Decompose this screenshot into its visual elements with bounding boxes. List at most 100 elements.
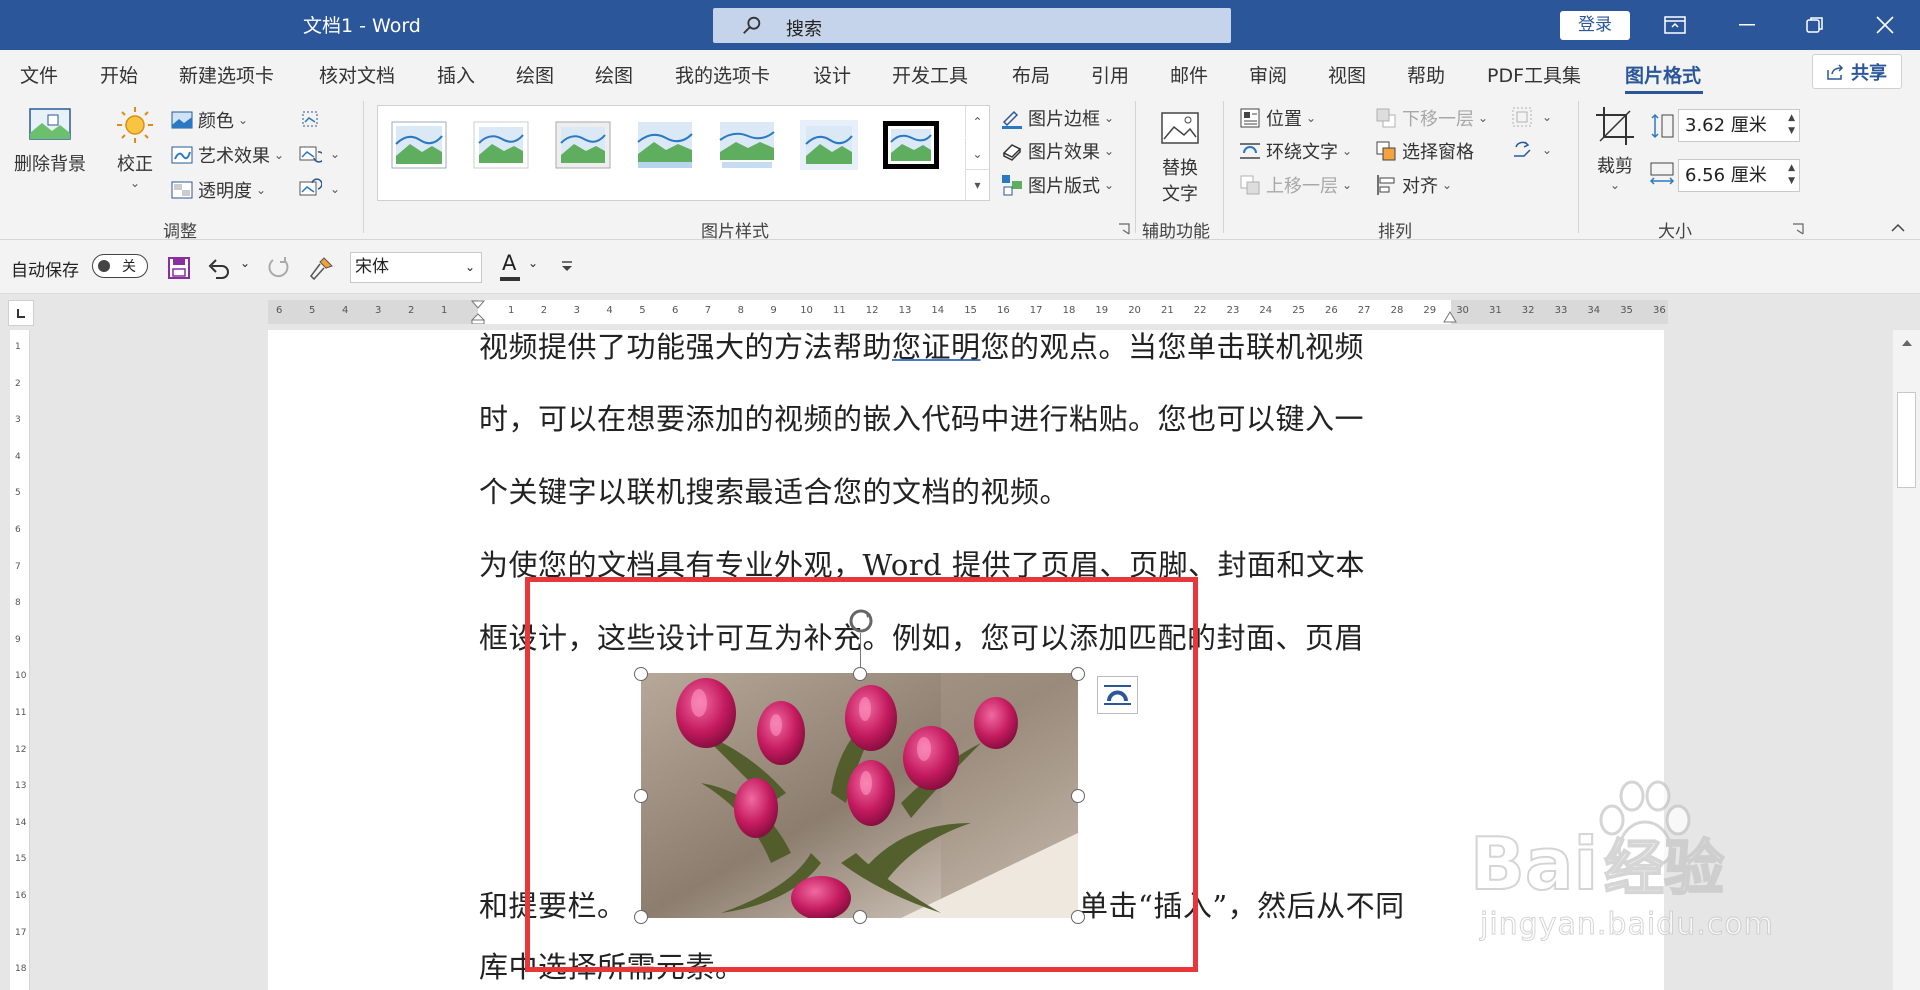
ribbon: 删除背景 校正 ⌄ 颜色 ⌄ 艺术效果 ⌄ 透明度 ⌄ ⌄ ⌄ 调整 ⌃ ⌄ ▾… (0, 95, 1920, 242)
remove-background-button[interactable]: 删除背景 (12, 105, 88, 176)
dialog-launcher-icon[interactable] (1792, 223, 1804, 235)
tab-proofread[interactable]: 核对文档 (319, 61, 395, 88)
save-icon[interactable] (167, 256, 191, 280)
selection-pane-button[interactable]: 选择窗格 (1374, 138, 1474, 164)
tab-developer[interactable]: 开发工具 (892, 61, 968, 88)
ruler-tick: 31 (1489, 305, 1502, 316)
tab-pdf-tools[interactable]: PDF工具集 (1487, 61, 1581, 88)
tab-design[interactable]: 设计 (813, 61, 851, 88)
rotate-button[interactable]: ⌄ (1510, 138, 1552, 162)
tab-my-tab[interactable]: 我的选项卡 (675, 61, 770, 88)
send-backward-button[interactable]: 下移一层 ⌄ (1374, 105, 1488, 131)
share-button[interactable]: 共享 (1812, 54, 1902, 89)
tab-draw-2[interactable]: 绘图 (595, 61, 633, 88)
vertical-ruler[interactable]: 1 2 3 4 5 6 7 8 9 10 11 12 13 14 15 16 17 18 (10, 330, 30, 990)
font-color-button[interactable]: A (498, 250, 524, 284)
chevron-down-icon: ⌄ (238, 113, 249, 127)
ribbon-display-options-button[interactable] (1640, 0, 1710, 50)
gallery-scroll-up[interactable]: ⌃ (965, 106, 989, 137)
search-box[interactable]: 搜索 (713, 8, 1231, 43)
picture-effects-button[interactable]: 图片效果 ⌄ (1000, 138, 1114, 164)
style-thumbnail[interactable] (800, 120, 858, 170)
share-label: 共享 (1851, 62, 1887, 84)
autosave-toggle[interactable]: 关 (92, 254, 148, 278)
customize-toolbar-icon[interactable] (560, 260, 574, 272)
right-indent-marker-icon[interactable] (1443, 310, 1457, 324)
horizontal-ruler[interactable]: 6 5 4 3 2 1 1 2 3 4 5 6 7 8 9 10 11 12 13 14 15 16 17 18 1… (268, 300, 1668, 324)
sun-icon (117, 107, 153, 143)
spin-arrows-icon[interactable]: ▲ ▼ (1788, 162, 1795, 188)
artistic-effects-button[interactable]: 艺术效果 ⌄ (170, 142, 284, 168)
height-field[interactable]: 3.62 厘米 ▲ ▼ (1678, 109, 1800, 142)
ribbon-display-icon (1664, 16, 1686, 34)
watermark-brand-latin: Bai (1469, 821, 1599, 907)
chevron-down-icon: ⌄ (274, 148, 285, 162)
ruler-tick: 9 (15, 634, 21, 645)
scroll-up-icon[interactable] (1900, 338, 1914, 348)
gallery-more-button[interactable]: ▾ (965, 169, 989, 200)
gallery-scroll-down[interactable]: ⌄ (965, 138, 989, 169)
transparency-label: 透明度 (198, 181, 252, 202)
undo-icon[interactable] (206, 256, 232, 280)
corrections-button[interactable]: 校正 ⌄ (110, 105, 160, 190)
style-thumbnail[interactable] (882, 120, 940, 170)
picture-layout-button[interactable]: 图片版式 ⌄ (1000, 172, 1114, 198)
width-field[interactable]: 6.56 厘米 ▲ ▼ (1678, 159, 1800, 192)
change-picture-button[interactable]: ⌄ (298, 142, 340, 166)
undo-dropdown-icon[interactable]: ⌄ (240, 256, 250, 270)
tab-home[interactable]: 开始 (100, 61, 138, 88)
minimize-button[interactable] (1712, 0, 1782, 50)
tab-help[interactable]: 帮助 (1407, 61, 1445, 88)
spin-arrows-icon[interactable]: ▲ ▼ (1788, 112, 1795, 138)
tab-references[interactable]: 引用 (1091, 61, 1129, 88)
align-button[interactable]: 对齐 ⌄ (1374, 172, 1452, 198)
style-thumbnail[interactable] (718, 120, 776, 170)
tab-mailings[interactable]: 邮件 (1170, 61, 1208, 88)
tab-picture-format[interactable]: 图片格式 (1625, 61, 1701, 88)
bring-forward-button[interactable]: 上移一层 ⌄ (1238, 172, 1352, 198)
watermark-brand-cn: 经验 (1603, 833, 1725, 905)
style-thumbnail[interactable] (554, 120, 612, 170)
style-thumbnail[interactable] (390, 120, 448, 170)
ruler-tick: 14 (931, 305, 945, 316)
chevron-down-icon[interactable]: ⌄ (528, 256, 538, 270)
wrap-text-button[interactable]: 环绕文字 ⌄ (1238, 138, 1352, 164)
reset-picture-icon (299, 178, 322, 196)
redo-icon[interactable] (265, 255, 291, 281)
tab-selector[interactable] (8, 300, 34, 326)
ruler-tick: 23 (1226, 305, 1240, 316)
highlight-box (525, 577, 1198, 972)
collapse-ribbon-icon[interactable] (1890, 223, 1906, 233)
tab-view[interactable]: 视图 (1328, 61, 1366, 88)
login-button[interactable]: 登录 (1560, 11, 1630, 40)
picture-border-button[interactable]: 图片边框 ⌄ (1000, 105, 1114, 131)
tab-file[interactable]: 文件 (20, 61, 58, 88)
alt-text-button[interactable]: 替换 文字 (1150, 109, 1210, 206)
close-button[interactable] (1850, 0, 1920, 50)
font-name-select[interactable]: 宋体 ⌄ (350, 252, 482, 283)
reset-picture-button[interactable]: ⌄ (298, 177, 340, 201)
restore-button[interactable] (1780, 0, 1850, 50)
position-button[interactable]: 位置 ⌄ (1238, 105, 1316, 131)
picture-styles-gallery[interactable]: ⌃ ⌄ ▾ (377, 105, 990, 201)
tab-insert[interactable]: 插入 (437, 61, 475, 88)
ruler-tick: 18 (15, 964, 27, 975)
minimize-icon (1739, 24, 1755, 26)
scrollbar-thumb[interactable] (1897, 392, 1916, 488)
tab-review[interactable]: 审阅 (1249, 61, 1287, 88)
format-painter-icon[interactable] (308, 254, 336, 282)
tab-draw-1[interactable]: 绘图 (516, 61, 554, 88)
group-objects-button[interactable]: ⌄ (1510, 105, 1552, 129)
crop-button[interactable]: 裁剪 ⌄ (1590, 105, 1640, 192)
transparency-button[interactable]: 透明度 ⌄ (170, 177, 266, 203)
vertical-scrollbar[interactable] (1893, 330, 1920, 990)
tab-layout[interactable]: 布局 (1012, 61, 1050, 88)
style-thumbnail[interactable] (472, 120, 530, 170)
tab-new-tab[interactable]: 新建选项卡 (179, 61, 274, 88)
color-button[interactable]: 颜色 ⌄ (170, 107, 248, 133)
compress-pictures-button[interactable] (298, 107, 326, 131)
dialog-launcher-icon[interactable] (1118, 223, 1130, 235)
indent-marker-icon[interactable] (471, 300, 485, 324)
ruler-tick: 36 (1653, 305, 1666, 316)
style-thumbnail[interactable] (636, 120, 694, 170)
